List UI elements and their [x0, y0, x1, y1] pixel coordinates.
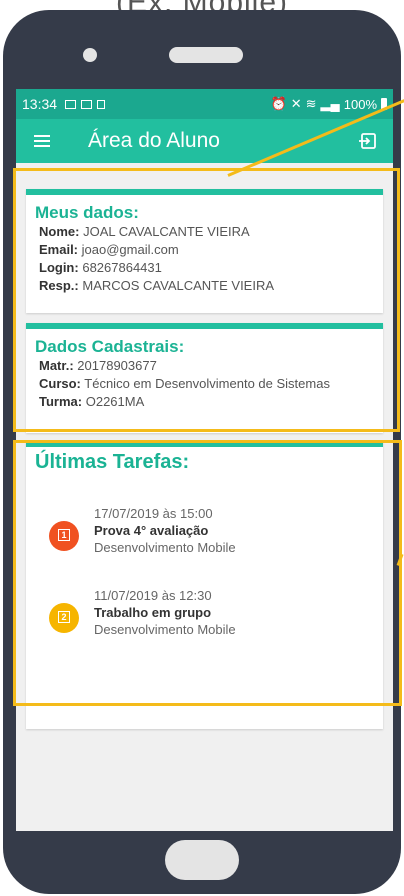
highlight-box-dados	[13, 168, 400, 432]
app-bar: Área do Aluno	[16, 119, 393, 163]
sim-icon	[97, 99, 106, 109]
wifi-icon: ≋	[305, 96, 317, 111]
cast-icon	[65, 99, 77, 109]
battery-percent: 100%	[343, 96, 377, 112]
mute-icon: ✕	[290, 96, 302, 111]
alarm-icon: ⏰	[270, 96, 287, 111]
earpiece-speaker	[169, 47, 243, 63]
home-button[interactable]	[165, 840, 239, 880]
highlight-box-tarefas	[13, 440, 402, 706]
image-icon	[81, 99, 93, 109]
app-title: Área do Aluno	[88, 129, 220, 152]
page: (Ex: Mobile) 13:34 ⏰ ✕ ≋ ▂▄ 100%	[0, 0, 404, 896]
signal-icon: ▂▄	[320, 96, 340, 111]
status-bar: 13:34 ⏰ ✕ ≋ ▂▄ 100%	[16, 89, 393, 119]
status-right: ⏰ ✕ ≋ ▂▄ 100%	[271, 96, 387, 112]
logout-icon[interactable]	[359, 132, 377, 150]
status-time: 13:34	[22, 96, 58, 112]
front-camera	[83, 48, 97, 62]
menu-icon[interactable]	[34, 135, 50, 147]
